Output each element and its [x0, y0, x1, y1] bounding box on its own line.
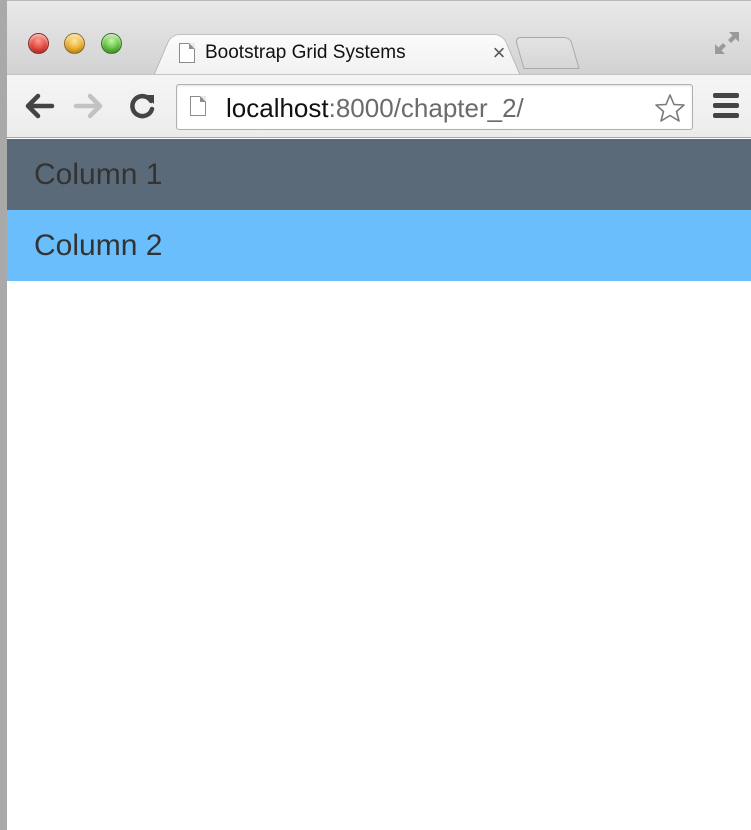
menu-bar [713, 93, 739, 98]
menu-bar [713, 103, 739, 108]
grid-column-1: Column 1 [7, 139, 751, 210]
back-arrow-icon [25, 93, 55, 119]
tab-content: Bootstrap Grid Systems × [179, 37, 509, 69]
tab-strip: Bootstrap Grid Systems × [7, 0, 751, 76]
url-text[interactable]: localhost:8000/chapter_2/ [226, 93, 524, 123]
url-host: localhost [226, 93, 329, 123]
zoom-window-button[interactable] [101, 33, 122, 54]
minimize-window-button[interactable] [64, 33, 85, 54]
tab-title[interactable]: Bootstrap Grid Systems [205, 42, 481, 64]
hamburger-menu-icon[interactable] [713, 93, 743, 121]
forward-arrow-icon [73, 93, 103, 119]
close-window-button[interactable] [28, 33, 49, 54]
address-bar[interactable]: localhost:8000/chapter_2/ [176, 84, 693, 130]
new-tab-button[interactable] [514, 37, 580, 69]
browser-toolbar: localhost:8000/chapter_2/ [7, 74, 751, 138]
reload-icon [130, 93, 155, 119]
page-icon [190, 96, 206, 116]
menu-bar [713, 113, 739, 118]
fullscreen-icon[interactable] [712, 29, 742, 57]
page-content: Column 1 Column 2 [7, 139, 751, 830]
back-button[interactable] [25, 91, 55, 121]
grid-column-2: Column 2 [7, 210, 751, 281]
url-path: :8000/chapter_2/ [328, 93, 524, 123]
page-icon [179, 43, 195, 63]
star-icon[interactable] [654, 93, 686, 123]
browser-window: Bootstrap Grid Systems × localhost:8000/… [0, 0, 751, 830]
reload-button[interactable] [128, 91, 158, 121]
forward-button[interactable] [73, 91, 103, 121]
close-tab-button[interactable]: × [489, 42, 509, 64]
